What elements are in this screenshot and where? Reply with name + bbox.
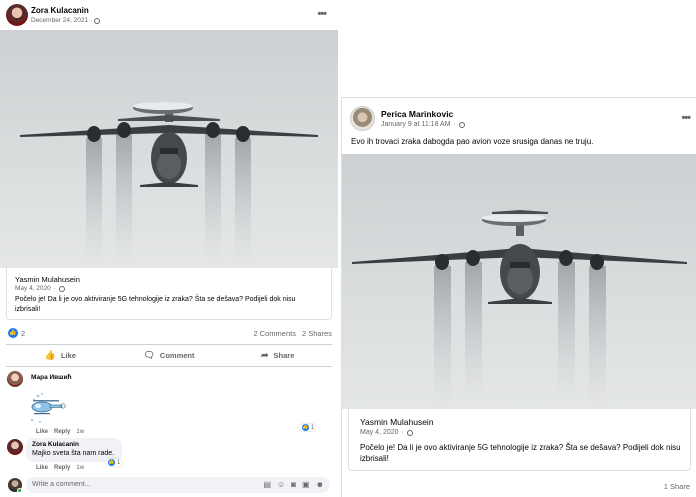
comment-like-link[interactable]: Like — [36, 429, 48, 435]
more-options-icon[interactable]: ••• — [317, 8, 327, 20]
globe-icon — [94, 17, 101, 24]
post-photo[interactable] — [342, 154, 696, 409]
shared-meta: May 4, 2020 · — [15, 285, 65, 292]
globe-icon — [458, 121, 465, 128]
post-actions: 👍 Like 🗨 Comment ➦ Share — [6, 346, 332, 364]
comment-reaction-count: 1 — [117, 459, 121, 466]
screenshot-stage: Zora Kulacanin December 24, 2021 · ••• Y… — [0, 0, 696, 497]
divider — [6, 366, 332, 367]
comments-count[interactable]: 2 Comments — [253, 329, 296, 338]
avatar[interactable] — [6, 4, 28, 26]
comment-actions: Like Reply 1w — [36, 429, 84, 435]
post-meta: January 9 at 11:18 AM · — [381, 121, 465, 128]
divider — [6, 344, 332, 345]
share-button[interactable]: ➦ Share — [223, 346, 332, 364]
post-header: Zora Kulacanin December 24, 2021 · ••• — [6, 4, 332, 26]
comment-input[interactable]: Write a comment... ▤ ☺ ◙ ▣ ☻ — [26, 477, 330, 493]
post-date[interactable]: December 24, 2021 — [31, 17, 88, 24]
comment-time[interactable]: 1w — [76, 429, 84, 435]
comment-item: Мара Ившић — [31, 374, 72, 381]
comment-input-placeholder: Write a comment... — [32, 481, 91, 488]
comment-button[interactable]: 🗨 Comment — [115, 346, 224, 364]
sticker-icon[interactable]: ▤ — [263, 480, 271, 489]
avatar[interactable] — [7, 371, 23, 387]
comment-text: Majko sveta šta nam rade. — [32, 450, 115, 457]
like-label: Like — [60, 350, 76, 360]
post-stats: 👍 2 2 Comments 2 Shares — [6, 328, 332, 340]
sticker-face-icon[interactable]: ☻ — [316, 480, 324, 489]
comment-reactions[interactable]: 👍 1 — [106, 459, 123, 466]
author-name[interactable]: Perica Marinkovic — [381, 109, 453, 119]
shares-count[interactable]: 2 Shares — [302, 329, 332, 338]
comment-reactions[interactable]: 👍 1 — [300, 424, 317, 431]
shared-text: Počelo je! Da li je ovo aktiviranje 5G t… — [15, 296, 296, 313]
shared-author[interactable]: Yasmin Mulahusein — [15, 275, 80, 284]
shared-date[interactable]: May 4, 2020 — [15, 285, 51, 292]
author-name[interactable]: Zora Kulacanin — [31, 6, 89, 15]
comment-actions: Like Reply 1w — [36, 465, 84, 471]
comment-author[interactable]: Zora Kulacanin — [32, 441, 116, 448]
globe-icon — [406, 429, 413, 436]
avatar[interactable] — [7, 439, 23, 455]
reaction-count[interactable]: 2 — [21, 329, 25, 338]
globe-icon — [58, 285, 65, 292]
post-header: Perica Marinkovic January 9 at 11:18 AM … — [350, 106, 691, 132]
left-post: Zora Kulacanin December 24, 2021 · ••• Y… — [0, 0, 338, 497]
shared-author[interactable]: Yasmin Mulahusein — [360, 417, 434, 427]
like-button[interactable]: 👍 Like — [6, 346, 115, 364]
aircraft-image — [20, 102, 318, 268]
post-date[interactable]: January 9 at 11:18 AM — [381, 121, 451, 128]
speech-bubble-icon: 🗨 — [143, 349, 155, 360]
like-reaction-icon: 👍 — [302, 424, 309, 431]
gif-icon[interactable]: ▣ — [302, 480, 310, 489]
comment-reply-link[interactable]: Reply — [54, 465, 70, 471]
online-status-dot — [17, 488, 22, 493]
aircraft-image — [352, 210, 687, 409]
shared-post-card[interactable]: Yasmin Mulahusein May 4, 2020 · Počelo j… — [6, 268, 332, 320]
shared-date[interactable]: May 4, 2020 — [360, 429, 399, 436]
camera-icon[interactable]: ◙ — [291, 480, 296, 489]
comment-author[interactable]: Мара Ившић — [31, 374, 72, 381]
shared-text: Počelo je! Da li je ovo aktiviranje 5G t… — [360, 443, 681, 463]
comment-input-tools: ▤ ☺ ◙ ▣ ☻ — [263, 480, 324, 489]
comment-reply-link[interactable]: Reply — [54, 429, 70, 435]
shares-count[interactable]: 1 Share — [664, 482, 690, 491]
emoji-icon[interactable]: ☺ — [277, 480, 285, 489]
share-label: Share — [273, 350, 295, 360]
comment-reaction-count: 1 — [311, 424, 315, 431]
comment-like-link[interactable]: Like — [36, 465, 48, 471]
like-reaction-icon[interactable]: 👍 — [8, 328, 18, 338]
shared-post-card[interactable]: Yasmin Mulahusein May 4, 2020 · Počelo j… — [348, 409, 691, 471]
post-meta: December 24, 2021 · — [31, 17, 101, 24]
comment-time[interactable]: 1w — [76, 465, 84, 471]
share-arrow-icon: ➦ — [260, 349, 269, 360]
shared-meta: May 4, 2020 · — [360, 429, 413, 436]
helicopter-sticker[interactable] — [28, 390, 68, 426]
avatar[interactable] — [350, 106, 375, 131]
thumbs-up-icon: 👍 — [44, 349, 56, 360]
post-photo[interactable] — [0, 30, 338, 268]
more-options-icon[interactable]: ••• — [681, 112, 691, 124]
comment-label: Comment — [159, 350, 195, 360]
post-text: Evo ih trovaci zraka dabogda pao avion v… — [351, 137, 594, 146]
like-reaction-icon: 👍 — [108, 459, 115, 466]
right-post: Perica Marinkovic January 9 at 11:18 AM … — [341, 97, 696, 497]
